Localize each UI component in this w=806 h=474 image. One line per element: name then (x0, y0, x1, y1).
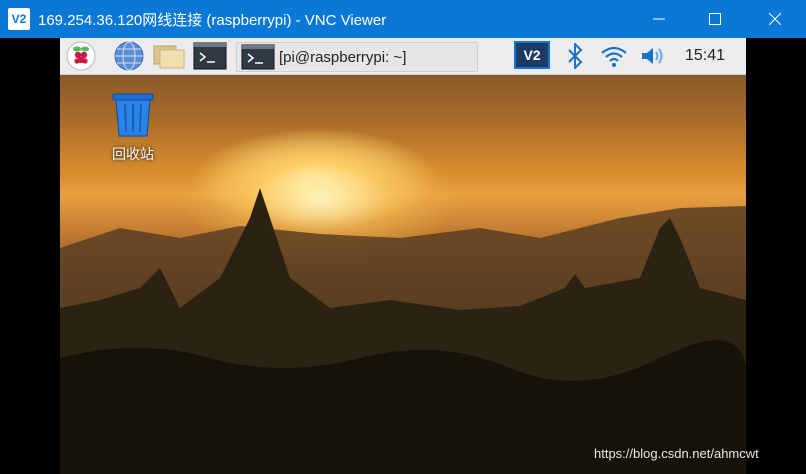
terminal-icon (241, 44, 275, 70)
window-titlebar[interactable]: V2 169.254.36.120网线连接 (raspberrypi) - VN… (0, 0, 806, 38)
terminal-icon (193, 42, 227, 70)
watermark-text: https://blog.csdn.net/ahmcwt (594, 446, 759, 461)
window-title: 169.254.36.120网线连接 (raspberrypi) - VNC V… (38, 11, 387, 29)
minimize-icon (653, 18, 665, 20)
close-button[interactable] (746, 0, 804, 38)
trash-icon (112, 93, 154, 137)
file-manager-launcher[interactable] (152, 42, 186, 70)
taskbar-window-label: [pi@raspberrypi: ~] (279, 48, 407, 66)
maximize-button[interactable] (686, 0, 744, 38)
lxde-panel: [pi@raspberrypi: ~] V2 15:41 (60, 38, 746, 75)
wifi-tray[interactable] (598, 42, 630, 70)
maximize-icon (709, 13, 721, 25)
taskbar-terminal-window[interactable]: [pi@raspberrypi: ~] (236, 42, 478, 72)
volume-icon (642, 48, 663, 64)
volume-tray[interactable] (638, 42, 668, 70)
vnc-server-tray[interactable]: V2 (514, 41, 550, 69)
vnc-app-icon: V2 (8, 8, 30, 30)
folder-icon (153, 45, 185, 69)
web-browser-launcher[interactable] (112, 41, 146, 71)
vnc-icon: V2 (523, 47, 541, 63)
raspberry-menu-icon (66, 41, 96, 71)
raspberry-menu-button[interactable] (64, 41, 98, 71)
globe-icon (114, 41, 144, 71)
remote-desktop[interactable]: [pi@raspberrypi: ~] V2 15:41 回收站 (60, 38, 746, 474)
wifi-icon (601, 46, 627, 67)
desktop-icon-trash[interactable]: 回收站 (100, 92, 166, 164)
panel-clock[interactable]: 15:41 (674, 38, 736, 74)
terminal-launcher[interactable] (192, 42, 228, 70)
close-icon (769, 13, 781, 25)
bluetooth-tray[interactable] (560, 42, 590, 70)
minimize-button[interactable] (630, 0, 688, 38)
bluetooth-icon (568, 43, 583, 69)
desktop-icon-label: 回收站 (112, 147, 154, 163)
